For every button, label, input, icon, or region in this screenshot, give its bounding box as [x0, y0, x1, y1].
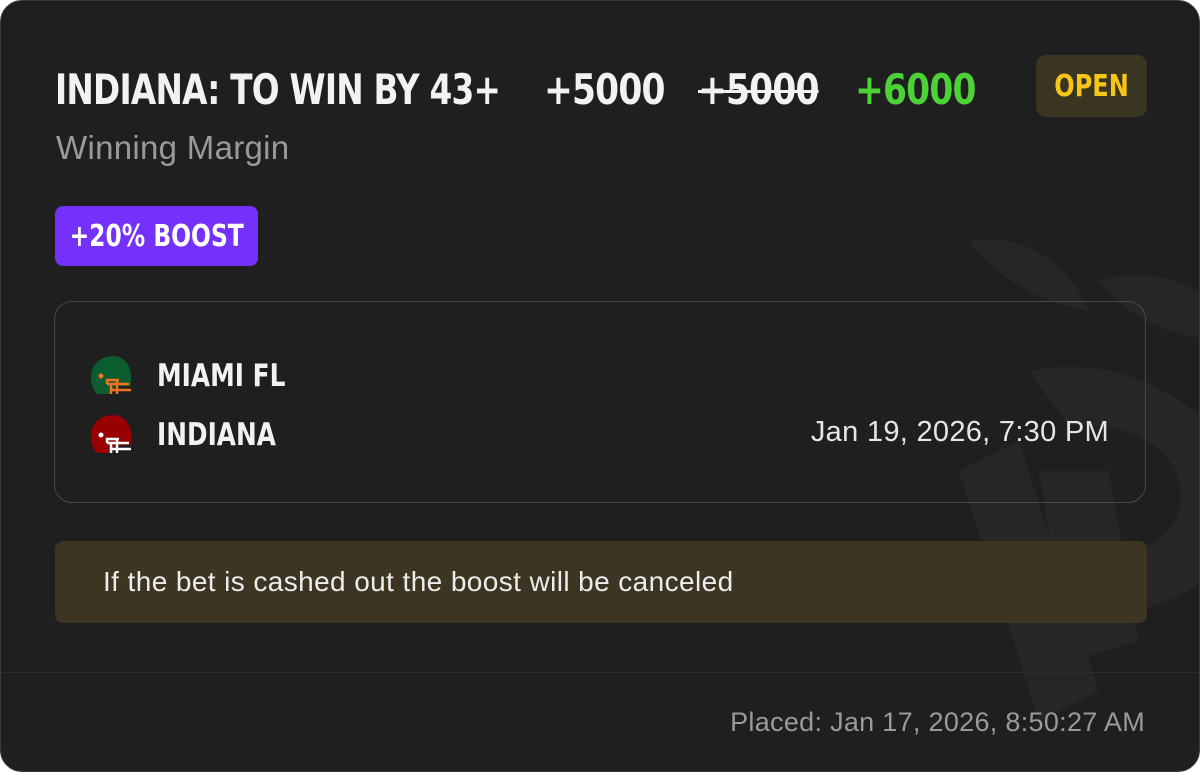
bet-title-row: INDIANA: TO WIN BY 43+ [55, 59, 626, 119]
status-badge: OPEN [1036, 55, 1147, 117]
boosted-odds: +6000 [855, 64, 976, 114]
market-type: Winning Margin [56, 129, 290, 166]
team-name-miami: MIAMI FL [157, 358, 286, 394]
team-name-indiana: INDIANA [157, 417, 276, 453]
notice-text: If the bet is cashed out the boost will … [103, 566, 734, 597]
boost-cashout-notice: If the bet is cashed out the boost will … [55, 541, 1147, 623]
footer-divider [1, 672, 1199, 673]
football-helmet-icon [91, 415, 131, 453]
bet-card[interactable]: INDIANA: TO WIN BY 43+ +5000 +5000 +6000… [0, 0, 1200, 772]
bet-selection-title: INDIANA: TO WIN BY 43+ [55, 64, 501, 114]
boost-badge: +20% BOOST [55, 206, 258, 266]
placed-timestamp: Placed: Jan 17, 2026, 8:50:27 AM [730, 707, 1145, 737]
team-row-indiana: INDIANA [85, 410, 306, 460]
team-row-miami: MIAMI FL [85, 351, 317, 401]
matchup-box[interactable]: MIAMI FL INDIANA Jan 19, 2026, 7:30 PM [54, 301, 1146, 503]
current-odds: +5000 [544, 64, 665, 114]
original-odds-struck: +5000 [698, 64, 819, 114]
football-helmet-icon [91, 356, 131, 394]
game-start-time: Jan 19, 2026, 7:30 PM [810, 416, 1109, 448]
